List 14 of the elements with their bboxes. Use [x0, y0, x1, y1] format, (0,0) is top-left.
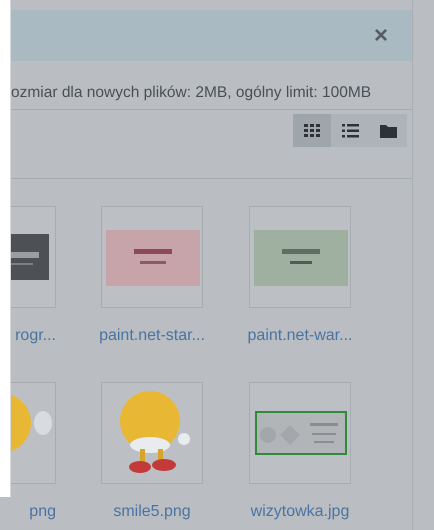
view-toggle-button[interactable]	[331, 114, 369, 147]
file-name-link[interactable]: rogr...	[15, 325, 56, 347]
grid-view-icon	[304, 124, 320, 137]
file-name-link[interactable]: png	[29, 501, 56, 523]
folder-icon	[380, 124, 396, 138]
view-toggle-button[interactable]	[293, 114, 331, 147]
view-toggle-button[interactable]	[369, 114, 407, 147]
file-name-link[interactable]: paint.net-star...	[99, 325, 205, 347]
size-limits-text: ozmiar dla nowych plików: 2MB, ogólny limit: 100MB	[11, 83, 372, 103]
file-name-link[interactable]: smile5.png	[113, 501, 191, 523]
list-view-icon	[342, 124, 358, 138]
file-name-link[interactable]: wizytowka.jpg	[250, 501, 350, 523]
close-button[interactable]: ×	[374, 24, 388, 48]
file-name-link[interactable]: paint.net-war...	[248, 325, 352, 347]
